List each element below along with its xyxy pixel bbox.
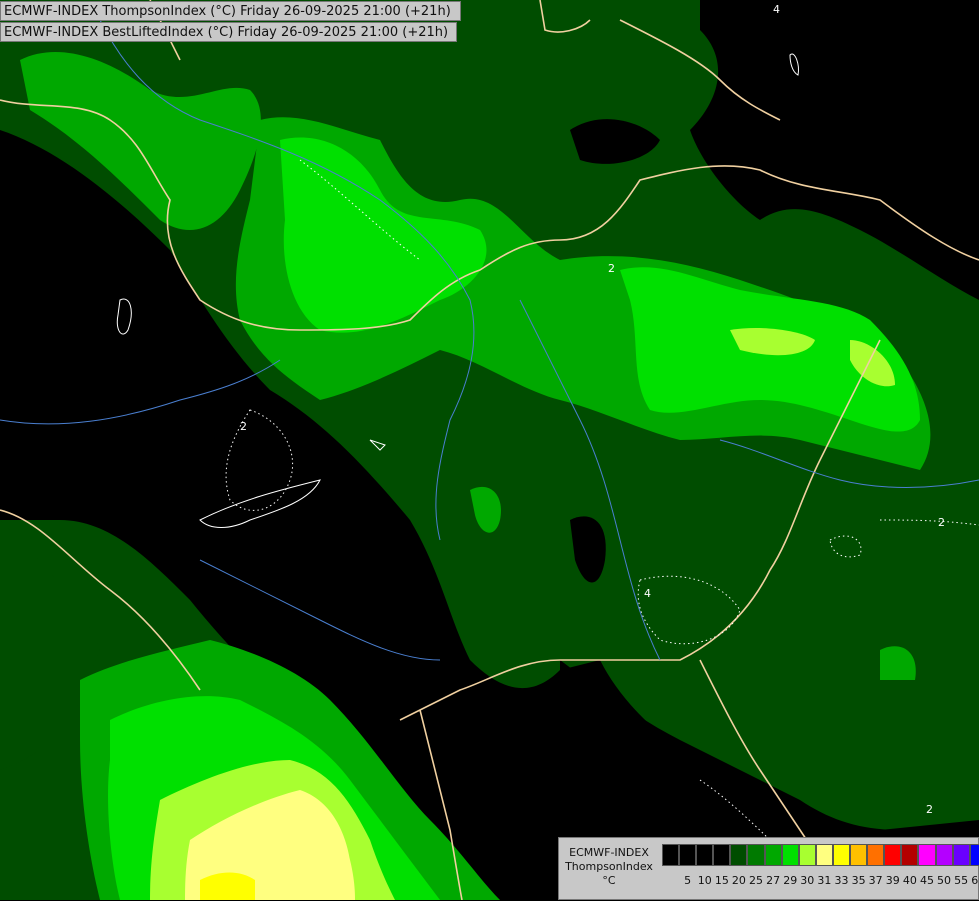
legend-tick-label: 5	[684, 874, 692, 887]
legend-swatch	[901, 844, 919, 866]
legend-swatch	[815, 844, 833, 866]
contour-label: 2	[608, 262, 615, 275]
legend-tick-label: 60	[971, 874, 979, 887]
map-title-best-lifted-index: ECMWF-INDEX BestLiftedIndex (°C) Friday …	[0, 22, 457, 42]
legend-parameter: ThompsonIndex	[565, 860, 653, 873]
legend-swatch	[713, 844, 731, 866]
contour-label: 2	[938, 516, 945, 529]
legend-swatch	[764, 844, 782, 866]
legend-tick-label: 29	[783, 874, 798, 887]
legend-swatch	[662, 844, 680, 866]
contour-label: 4	[644, 587, 651, 600]
legend-tick-label: 35	[851, 874, 866, 887]
legend-swatch	[969, 844, 979, 866]
legend-tick-label: 33	[834, 874, 849, 887]
legend-tick-label: 45	[919, 874, 934, 887]
legend-swatch	[918, 844, 936, 866]
map-title-thompson-index: ECMWF-INDEX ThompsonIndex (°C) Friday 26…	[0, 1, 461, 21]
legend-tick-label: 10	[697, 874, 712, 887]
legend-swatch	[696, 844, 714, 866]
contour-label: 2	[926, 803, 933, 816]
legend-labels: ECMWF-INDEX ThompsonIndex °C	[559, 838, 659, 901]
legend-swatch	[884, 844, 902, 866]
legend-ticks: 5 1015202527293031333537394045505560	[662, 874, 979, 888]
legend-swatch	[781, 844, 799, 866]
legend-unit: °C	[602, 874, 616, 887]
legend-tick-label: 25	[749, 874, 764, 887]
legend-model: ECMWF-INDEX	[569, 846, 649, 859]
legend-tick-label: 37	[868, 874, 883, 887]
contour-label: 2	[240, 420, 247, 433]
legend-tick-label: 20	[731, 874, 746, 887]
contour-label: 4	[773, 3, 780, 16]
legend-swatch	[730, 844, 748, 866]
legend-tick-label: 55	[954, 874, 969, 887]
legend-swatch	[747, 844, 765, 866]
legend-swatch	[867, 844, 885, 866]
legend-tick-label: 31	[817, 874, 832, 887]
legend-tick-label: 30	[800, 874, 815, 887]
color-legend: ECMWF-INDEX ThompsonIndex °C 5 10 15 20 25 27…	[558, 837, 979, 900]
legend-swatch	[798, 844, 816, 866]
legend-swatch	[952, 844, 970, 866]
legend-swatch	[850, 844, 868, 866]
legend-tick-label: 27	[766, 874, 781, 887]
legend-swatch	[832, 844, 851, 866]
legend-tick-label: 39	[885, 874, 900, 887]
legend-tick-label: 40	[902, 874, 917, 887]
weather-map	[0, 0, 979, 900]
legend-tick-label: 15	[714, 874, 729, 887]
legend-tick-label	[662, 874, 679, 888]
legend-swatches	[662, 844, 979, 866]
legend-tick-label: 50	[937, 874, 952, 887]
legend-swatch	[679, 844, 697, 866]
legend-swatch	[935, 844, 953, 866]
